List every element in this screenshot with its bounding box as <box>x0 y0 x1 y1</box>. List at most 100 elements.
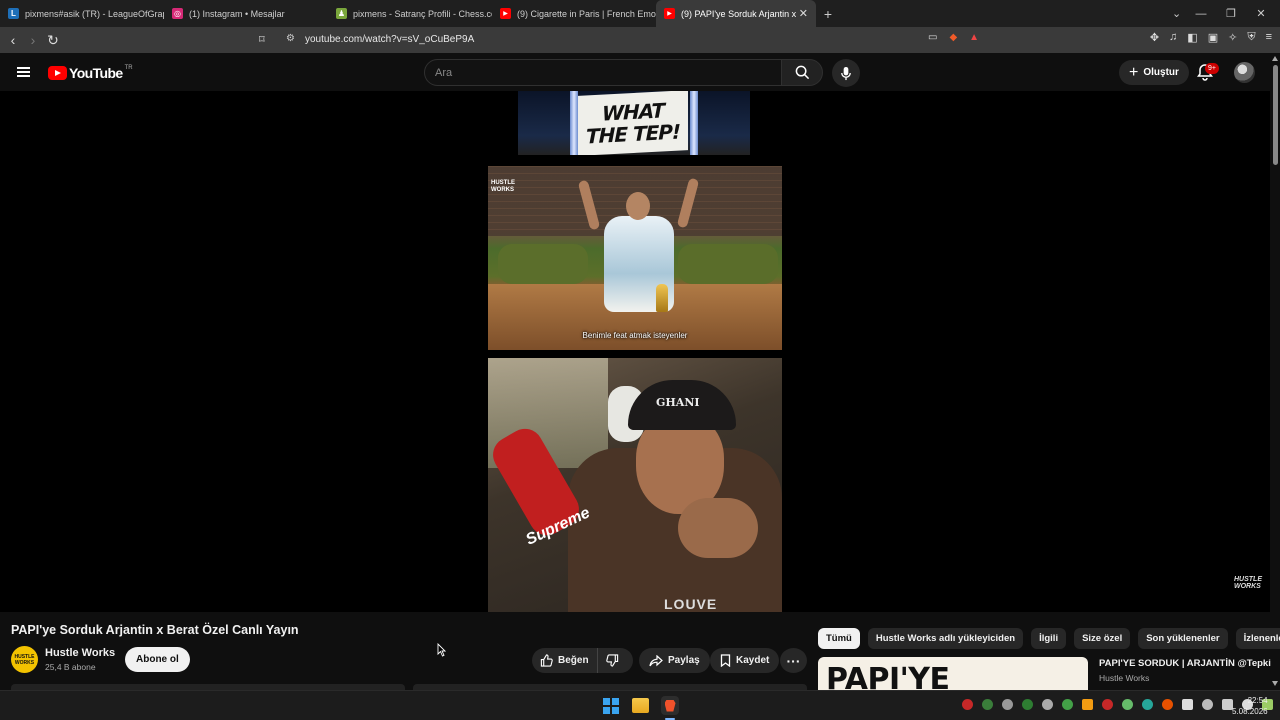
browser-tab-chess[interactable]: ♟ pixmens - Satranç Profili - Chess.com <box>328 0 492 27</box>
vpn-icon[interactable]: ⛨ <box>1247 31 1255 44</box>
tray-app-icon[interactable] <box>1082 699 1093 710</box>
video-player[interactable]: WHAT THE TEP! HUSTLE WORKS Benimle feat … <box>0 91 1270 612</box>
microphone-tray-icon[interactable] <box>1202 699 1213 710</box>
voice-search-button[interactable] <box>832 59 860 87</box>
tab-title: (1) Instagram • Mesajlar <box>189 8 285 19</box>
close-tab-icon[interactable]: ✕ <box>799 7 808 20</box>
create-button[interactable]: + Oluştur <box>1119 60 1189 85</box>
wallet-icon[interactable]: ▣ <box>1208 31 1218 44</box>
extensions-icon[interactable]: ✥ <box>1150 31 1159 44</box>
bookmark-icon[interactable]: ⌑ <box>259 33 265 46</box>
brave-shields-icon[interactable]: ◆ <box>949 32 957 43</box>
search-input[interactable] <box>425 60 781 85</box>
search-button[interactable] <box>781 59 823 86</box>
shirt-text: LOUVE <box>664 596 718 612</box>
taskbar-clock[interactable]: 22:54 5.08.2026 <box>1232 695 1268 717</box>
leagueofgraphs-favicon-icon: L <box>8 8 19 19</box>
search-box <box>424 59 782 86</box>
browser-tab-instagram[interactable]: ◎ (1) Instagram • Mesajlar <box>164 0 328 27</box>
scroll-down-icon[interactable] <box>1272 681 1278 686</box>
channel-name[interactable]: Hustle Works <box>45 647 115 659</box>
window-controls: ⌄ — ❐ ✕ <box>1172 0 1276 27</box>
chip-related[interactable]: İlgili <box>1031 628 1067 649</box>
hamburger-menu-icon[interactable] <box>17 67 30 77</box>
search-icon <box>795 65 809 80</box>
browser-tab-active[interactable]: ▶ (9) PAPI'ye Sorduk Arjantin x ✕ <box>656 0 816 27</box>
forward-button[interactable]: › <box>23 32 43 48</box>
tab-title: (9) Cigarette in Paris | French Emotio <box>517 8 656 19</box>
user-avatar[interactable] <box>1234 62 1255 83</box>
youtube-logo[interactable]: YouTube TR <box>48 65 133 81</box>
tray-app-icon[interactable] <box>1162 699 1173 710</box>
chip-recently-uploaded[interactable]: Son yüklenenler <box>1138 628 1228 649</box>
youtube-favicon-icon: ▶ <box>664 8 675 19</box>
channel-avatar[interactable]: HUSTLE WORKS <box>11 646 38 673</box>
sidebar-icon[interactable]: ◧ <box>1187 31 1197 44</box>
mouse-cursor-icon <box>437 643 446 657</box>
youtube-header: YouTube TR + Oluştur 9+ <box>0 53 1270 91</box>
video-frame-streamer: Supreme GHANI LOUVE <box>488 358 782 612</box>
instagram-favicon-icon: ◎ <box>172 8 183 19</box>
save-button[interactable]: Kaydet <box>710 648 780 673</box>
more-actions-button[interactable]: ··· <box>780 648 807 673</box>
clock-time: 22:54 <box>1247 696 1268 705</box>
recommended-video-thumbnail[interactable]: PAPI'YE SORDUK <box>818 657 1088 690</box>
tray-app-icon[interactable] <box>1002 699 1013 710</box>
tray-app-icon[interactable] <box>1122 699 1133 710</box>
scrollbar-thumb[interactable] <box>1273 65 1278 165</box>
browser-tab-cigarette-in-paris[interactable]: ▶ (9) Cigarette in Paris | French Emotio <box>492 0 656 27</box>
reload-button[interactable]: ↻ <box>43 32 63 49</box>
windows-start-icon[interactable] <box>603 698 619 714</box>
brave-browser-icon[interactable] <box>661 696 679 715</box>
scroll-up-icon[interactable] <box>1272 56 1278 61</box>
recommended-video-title[interactable]: PAPI'YE SORDUK | ARJANTİN @Tepki <box>1099 658 1271 669</box>
video-subtitle: Benimle feat atmak isteyenler <box>582 331 688 340</box>
leo-ai-icon[interactable]: ✧ <box>1228 31 1237 44</box>
video-frame-what-the-tep: WHAT THE TEP! <box>518 91 750 155</box>
share-button[interactable]: Paylaş <box>639 648 710 673</box>
recommended-video-channel[interactable]: Hustle Works <box>1099 673 1149 683</box>
tray-app-icon[interactable] <box>982 699 993 710</box>
file-explorer-icon[interactable] <box>632 698 649 713</box>
like-dislike-group: Beğen <box>532 648 633 673</box>
chip-for-you[interactable]: Size özel <box>1074 628 1131 649</box>
tray-app-icon[interactable] <box>962 699 973 710</box>
keyboard-layout-icon[interactable] <box>1182 699 1193 710</box>
tray-app-icon[interactable] <box>1062 699 1073 710</box>
tab-search-chevron-icon[interactable]: ⌄ <box>1172 7 1186 20</box>
clock-date: 5.08.2026 <box>1232 707 1268 716</box>
site-info-icon[interactable]: ⚙ <box>286 33 295 44</box>
page-scrollbar[interactable] <box>1270 53 1280 690</box>
restore-icon[interactable]: ❐ <box>1216 7 1246 20</box>
tray-app-icon[interactable] <box>1142 699 1153 710</box>
plus-icon: + <box>1129 63 1139 81</box>
dislike-button[interactable] <box>598 648 628 673</box>
share-icon <box>649 654 663 666</box>
youtube-play-icon <box>48 66 67 80</box>
tray-app-icon[interactable] <box>1022 699 1033 710</box>
cast-icon[interactable]: ▭ <box>928 32 937 43</box>
tab-title: pixmens - Satranç Profili - Chess.com <box>353 8 492 19</box>
youtube-favicon-icon: ▶ <box>500 8 511 19</box>
close-window-icon[interactable]: ✕ <box>1246 7 1276 20</box>
browser-tab-strip: L pixmens#asik (TR) - LeagueOfGraphs ◎ (… <box>0 0 1280 27</box>
chip-from-uploader[interactable]: Hustle Works adlı yükleyiciden <box>867 628 1024 649</box>
video-title: PAPI'ye Sorduk Arjantin x Berat Özel Can… <box>11 623 299 637</box>
new-tab-button[interactable]: + <box>816 6 840 22</box>
microphone-icon <box>841 66 851 80</box>
tray-app-icon[interactable] <box>1042 699 1053 710</box>
minimize-icon[interactable]: — <box>1186 8 1216 20</box>
chip-watched[interactable]: İzlenenler <box>1235 628 1280 649</box>
create-label: Oluştur <box>1143 67 1179 78</box>
menu-icon[interactable]: ≡ <box>1266 31 1272 44</box>
url-field[interactable]: youtube.com/watch?v=sV_oCuBeP9A <box>305 34 474 45</box>
chip-all[interactable]: Tümü <box>818 628 860 649</box>
brave-rewards-icon[interactable]: ▲ <box>969 32 979 43</box>
media-icon[interactable]: ♫ <box>1169 31 1177 44</box>
like-button[interactable]: Beğen <box>532 648 598 673</box>
subscribe-button[interactable]: Abone ol <box>125 647 190 672</box>
tray-app-icon[interactable] <box>1102 699 1113 710</box>
browser-tab-leagueofgraphs[interactable]: L pixmens#asik (TR) - LeagueOfGraphs <box>0 0 164 27</box>
tab-title: (9) PAPI'ye Sorduk Arjantin x <box>681 8 797 19</box>
back-button[interactable]: ‹ <box>3 32 23 48</box>
